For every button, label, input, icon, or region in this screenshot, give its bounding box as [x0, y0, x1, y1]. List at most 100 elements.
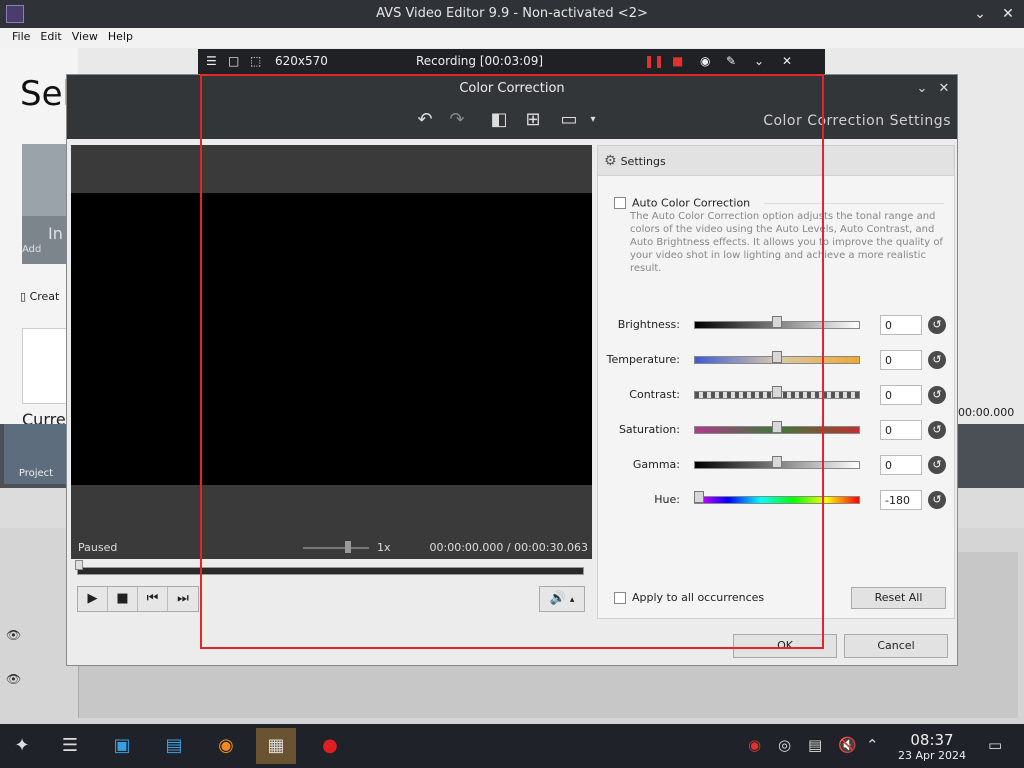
close-window-button[interactable]: ✕: [998, 4, 1018, 24]
previous-frame-icon[interactable]: ⏮: [138, 587, 168, 611]
app-launcher-icon[interactable]: ✦: [2, 728, 42, 764]
settings-app-icon[interactable]: ☰: [50, 728, 90, 764]
bg-project-tab[interactable]: Project: [4, 424, 68, 484]
stop-record-icon[interactable]: ■: [672, 54, 683, 68]
hue-knob[interactable]: [694, 491, 704, 503]
stop-icon[interactable]: ■: [108, 587, 138, 611]
store-icon[interactable]: ▣: [102, 728, 142, 764]
reset-icon[interactable]: ↺: [928, 456, 946, 474]
contrast-label: Contrast:: [629, 388, 680, 401]
temperature-label: Temperature:: [606, 353, 680, 366]
settings-panel: ⚙ Settings Auto Color Correction The Auto…: [597, 145, 955, 619]
hue-value[interactable]: -180: [880, 490, 922, 510]
reset-icon[interactable]: ↺: [928, 421, 946, 439]
eye-icon[interactable]: 👁: [6, 628, 21, 642]
update-tray-icon[interactable]: ◎: [778, 736, 791, 754]
redo-icon[interactable]: ↷: [445, 109, 469, 131]
clipboard-icon[interactable]: ▤: [808, 736, 822, 754]
saturation-label: Saturation:: [618, 423, 680, 436]
volume-dropdown-icon: ▴: [569, 595, 575, 605]
cancel-button[interactable]: Cancel: [844, 634, 948, 658]
bg-current-thumb: [22, 328, 70, 404]
square-icon[interactable]: □: [228, 54, 239, 68]
slider-row-gamma: Gamma: 0 ↺: [598, 453, 956, 477]
dialog-header: Color Correction ⌄ ✕ ↶ ↷ ◧ ⊞ ▭ ▾ Color C…: [67, 75, 957, 139]
eye-icon[interactable]: 👁: [6, 672, 21, 686]
record-tray-icon[interactable]: ◉: [748, 736, 761, 754]
auto-color-label: Auto Color Correction: [632, 196, 751, 210]
slider-row-hue: Hue: -180 ↺: [598, 488, 956, 512]
player-status: Paused: [78, 541, 118, 554]
hue-slider[interactable]: [694, 496, 860, 504]
brightness-value[interactable]: 0: [880, 315, 922, 335]
saturation-knob[interactable]: [772, 421, 782, 433]
reset-icon[interactable]: ↺: [928, 316, 946, 334]
color-correction-dialog: Color Correction ⌄ ✕ ↶ ↷ ◧ ⊞ ▭ ▾ Color C…: [66, 74, 958, 666]
camera-icon[interactable]: ◉: [700, 54, 710, 68]
menu-file[interactable]: File: [7, 28, 35, 45]
collapse-icon[interactable]: ⌄: [913, 80, 931, 98]
pause-record-icon[interactable]: ❚❚: [644, 54, 664, 68]
menu-edit[interactable]: Edit: [35, 28, 66, 45]
menu-view[interactable]: View: [67, 28, 103, 45]
recorder-taskbar-icon[interactable]: ●: [310, 728, 350, 764]
dialog-title: Color Correction: [459, 81, 565, 96]
gamma-value[interactable]: 0: [880, 455, 922, 475]
dialog-close-icon[interactable]: ✕: [935, 80, 953, 98]
menu-help[interactable]: Help: [103, 28, 138, 45]
video-preview: [71, 145, 592, 557]
next-frame-icon[interactable]: ⏭: [168, 587, 198, 611]
reset-icon[interactable]: ↺: [928, 491, 946, 509]
temperature-value[interactable]: 0: [880, 350, 922, 370]
pen-icon[interactable]: ✎: [726, 54, 736, 68]
auto-color-checkbox[interactable]: [614, 197, 626, 209]
reset-icon[interactable]: ↺: [928, 386, 946, 404]
contrast-value[interactable]: 0: [880, 385, 922, 405]
region-select-icon[interactable]: ⬚: [250, 54, 261, 68]
slider-row-temperature: Temperature: 0 ↺: [598, 348, 956, 372]
chevron-up-icon[interactable]: ⌃: [866, 736, 879, 754]
minimize-button[interactable]: ⌄: [970, 4, 990, 24]
player-status-row: Paused 1x 00:00:00.000 / 00:00:30.063: [71, 537, 592, 559]
bg-heading: Sel: [20, 74, 72, 114]
file-manager-icon[interactable]: ▤: [154, 728, 194, 764]
apply-all-checkbox[interactable]: [614, 592, 626, 604]
brightness-knob[interactable]: [772, 316, 782, 328]
close-recorder-icon[interactable]: ✕: [782, 54, 792, 68]
contrast-knob[interactable]: [772, 386, 782, 398]
temperature-knob[interactable]: [772, 351, 782, 363]
seek-knob[interactable]: [75, 560, 83, 570]
chevron-down-icon[interactable]: ⌄: [754, 54, 764, 68]
saturation-value[interactable]: 0: [880, 420, 922, 440]
hue-label: Hue:: [654, 493, 680, 506]
clock[interactable]: 08:37 23 Apr 2024: [894, 731, 970, 762]
gamma-label: Gamma:: [632, 458, 680, 471]
firefox-icon[interactable]: ◉: [206, 728, 246, 764]
monitor-icon[interactable]: ▭: [557, 109, 581, 131]
slider-row-saturation: Saturation: 0 ↺: [598, 418, 956, 442]
show-desktop-icon[interactable]: ▭: [988, 736, 1002, 754]
speed-slider-knob[interactable]: [345, 541, 351, 553]
slider-row-brightness: Brightness: 0 ↺: [598, 313, 956, 337]
ok-button[interactable]: OK: [733, 634, 837, 658]
monitor-dropdown-icon[interactable]: ▾: [581, 109, 605, 131]
volume-button[interactable]: 🔊 ▴: [539, 586, 585, 612]
reset-icon[interactable]: ↺: [928, 351, 946, 369]
player-controls: ▶ ■ ⏮ ⏭: [77, 586, 199, 612]
grid-icon[interactable]: ⊞: [521, 109, 545, 131]
menu-lines-icon[interactable]: ☰: [206, 54, 217, 68]
undo-icon[interactable]: ↶: [413, 109, 437, 131]
gear-icon: ⚙: [604, 153, 617, 169]
bg-create-link[interactable]: ▯ Creat: [20, 290, 59, 303]
mute-icon[interactable]: 🔇: [838, 736, 857, 754]
seek-bar[interactable]: [77, 567, 584, 575]
speed-slider[interactable]: [303, 547, 369, 549]
gamma-knob[interactable]: [772, 456, 782, 468]
reset-all-button[interactable]: Reset All: [851, 587, 946, 609]
video-editor-taskbar-icon[interactable]: ▦: [256, 728, 296, 764]
split-view-icon[interactable]: ◧: [487, 109, 511, 131]
settings-heading: Color Correction Settings: [763, 113, 951, 129]
speaker-icon: 🔊: [549, 591, 566, 606]
bg-import-tile-label: In: [22, 216, 70, 264]
play-icon[interactable]: ▶: [78, 587, 108, 611]
